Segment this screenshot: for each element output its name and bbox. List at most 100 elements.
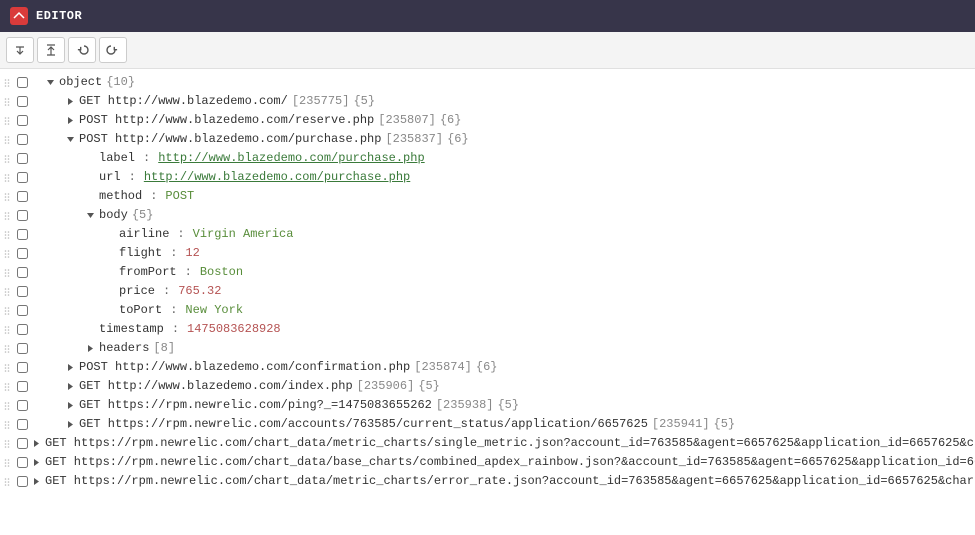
string-value: POST — [165, 187, 194, 206]
drag-handle-icon — [2, 477, 12, 487]
checkbox-input[interactable] — [17, 457, 28, 468]
checkbox-input[interactable] — [17, 305, 28, 316]
tree-node-content[interactable]: POST http://www.blazedemo.com/reserve.ph… — [79, 111, 461, 130]
row-checkbox[interactable] — [12, 96, 32, 107]
app-title: EDITOR — [36, 9, 82, 23]
checkbox-input[interactable] — [17, 153, 28, 164]
row-checkbox[interactable] — [12, 400, 32, 411]
checkbox-input[interactable] — [17, 96, 28, 107]
expand-icon[interactable] — [32, 458, 41, 467]
row-checkbox[interactable] — [12, 419, 32, 430]
link-value[interactable]: http://www.blazedemo.com/purchase.php — [144, 168, 410, 187]
drag-handle-icon — [2, 344, 12, 354]
tree-node-content[interactable]: GET https://rpm.newrelic.com/accounts/76… — [79, 415, 735, 434]
collapse-icon[interactable] — [86, 211, 95, 220]
row-checkbox[interactable] — [12, 457, 32, 468]
row-checkbox[interactable] — [12, 362, 32, 373]
undo-button[interactable] — [68, 37, 96, 63]
tree-node-content[interactable]: GET http://www.blazedemo.com/index.php [… — [79, 377, 440, 396]
checkbox-input[interactable] — [17, 438, 28, 449]
tree-node-content[interactable]: GET http://www.blazedemo.com/ [235775] {… — [79, 92, 375, 111]
collapse-icon[interactable] — [46, 78, 55, 87]
tree-node-content[interactable]: object {10} — [59, 73, 135, 92]
row-checkbox[interactable] — [12, 115, 32, 126]
tree-node-content[interactable]: timestamp:1475083628928 — [99, 320, 281, 339]
checkbox-input[interactable] — [17, 286, 28, 297]
checkbox-input[interactable] — [17, 381, 28, 392]
row-checkbox[interactable] — [12, 381, 32, 392]
row-checkbox[interactable] — [12, 286, 32, 297]
tree-node-content[interactable]: label:http://www.blazedemo.com/purchase.… — [99, 149, 425, 168]
tree-node-content[interactable]: GET https://rpm.newrelic.com/ping?_=1475… — [79, 396, 519, 415]
checkbox-input[interactable] — [17, 362, 28, 373]
checkbox-input[interactable] — [17, 324, 28, 335]
row-checkbox[interactable] — [12, 172, 32, 183]
node-key: airline — [119, 225, 169, 244]
expand-icon[interactable] — [66, 401, 75, 410]
expand-down-button[interactable] — [6, 37, 34, 63]
checkbox-input[interactable] — [17, 115, 28, 126]
expand-icon[interactable] — [32, 477, 41, 486]
expand-icon[interactable] — [66, 382, 75, 391]
checkbox-input[interactable] — [17, 172, 28, 183]
checkbox-input[interactable] — [17, 210, 28, 221]
tree-spacer — [86, 173, 95, 182]
checkbox-input[interactable] — [17, 134, 28, 145]
checkbox-input[interactable] — [17, 400, 28, 411]
tree-node-content[interactable]: method:POST — [99, 187, 194, 206]
request-label: GET http://www.blazedemo.com/index.php — [79, 377, 353, 396]
tree-node-content[interactable]: toPort:New York — [119, 301, 243, 320]
tree-node-content[interactable]: GET https://rpm.newrelic.com/chart_data/… — [45, 434, 975, 453]
row-checkbox[interactable] — [12, 343, 32, 354]
tree-node-content[interactable]: GET https://rpm.newrelic.com/chart_data/… — [45, 453, 975, 472]
collapse-icon[interactable] — [66, 135, 75, 144]
checkbox-input[interactable] — [17, 77, 28, 88]
checkbox-input[interactable] — [17, 419, 28, 430]
tree-node-content[interactable]: price:765.32 — [119, 282, 221, 301]
checkbox-input[interactable] — [17, 229, 28, 240]
drag-handle-icon — [2, 211, 12, 221]
checkbox-input[interactable] — [17, 248, 28, 259]
redo-button[interactable] — [99, 37, 127, 63]
expand-icon[interactable] — [32, 439, 41, 448]
checkbox-input[interactable] — [17, 343, 28, 354]
tree-node-content[interactable]: POST http://www.blazedemo.com/confirmati… — [79, 358, 497, 377]
row-checkbox[interactable] — [12, 191, 32, 202]
row-checkbox[interactable] — [12, 438, 32, 449]
request-row: GET https://rpm.newrelic.com/chart_data/… — [0, 434, 975, 453]
expand-icon[interactable] — [66, 363, 75, 372]
row-checkbox[interactable] — [12, 324, 32, 335]
row-checkbox[interactable] — [12, 153, 32, 164]
node-key: price — [119, 282, 155, 301]
expand-icon[interactable] — [66, 420, 75, 429]
row-checkbox[interactable] — [12, 210, 32, 221]
tree-node-content[interactable]: airline:Virgin America — [119, 225, 293, 244]
tree-node-content[interactable]: body {5} — [99, 206, 153, 225]
checkbox-input[interactable] — [17, 476, 28, 487]
row-checkbox[interactable] — [12, 248, 32, 259]
object-row: body {5} — [0, 206, 975, 225]
link-value[interactable]: http://www.blazedemo.com/purchase.php — [158, 149, 424, 168]
expand-icon[interactable] — [66, 97, 75, 106]
expand-icon[interactable] — [86, 344, 95, 353]
node-key: url — [99, 168, 121, 187]
tree-node-content[interactable]: POST http://www.blazedemo.com/purchase.p… — [79, 130, 469, 149]
row-checkbox[interactable] — [12, 476, 32, 487]
collapse-up-button[interactable] — [37, 37, 65, 63]
tree-node-content[interactable]: flight:12 — [119, 244, 200, 263]
row-checkbox[interactable] — [12, 305, 32, 316]
checkbox-input[interactable] — [17, 191, 28, 202]
tree-node-content[interactable]: url :http://www.blazedemo.com/purchase.p… — [99, 168, 410, 187]
tree-node-content[interactable]: fromPort:Boston — [119, 263, 243, 282]
node-count: {5} — [418, 377, 440, 396]
expand-icon[interactable] — [66, 116, 75, 125]
row-checkbox[interactable] — [12, 267, 32, 278]
row-checkbox[interactable] — [12, 134, 32, 145]
checkbox-input[interactable] — [17, 267, 28, 278]
row-checkbox[interactable] — [12, 77, 32, 88]
app-header: EDITOR — [0, 0, 975, 32]
tree-node-content[interactable]: headers [8] — [99, 339, 175, 358]
tree-node-content[interactable]: GET https://rpm.newrelic.com/chart_data/… — [45, 472, 975, 491]
row-checkbox[interactable] — [12, 229, 32, 240]
string-value: Boston — [200, 263, 243, 282]
